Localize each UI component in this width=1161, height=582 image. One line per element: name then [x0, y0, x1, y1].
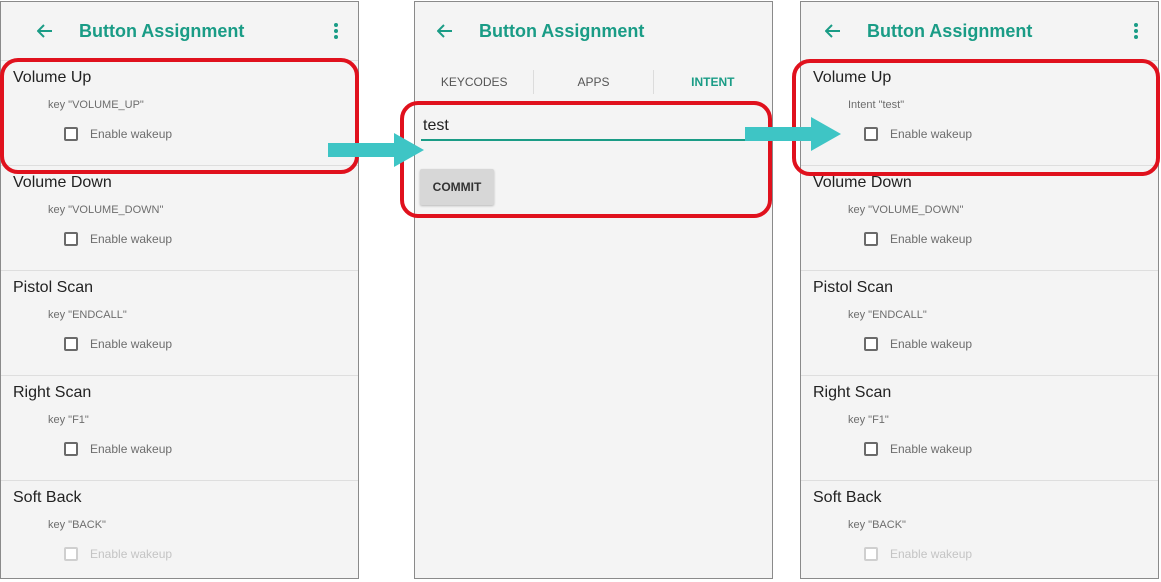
button-name: Volume Up	[13, 69, 92, 86]
checkbox-icon	[64, 547, 78, 561]
button-key-assignment: key "BACK"	[48, 519, 106, 531]
button-name: Pistol Scan	[813, 279, 894, 296]
enable-wakeup-checkbox[interactable]: Enable wakeup	[864, 127, 972, 141]
checkbox-icon[interactable]	[64, 337, 78, 351]
page-title: Button Assignment	[479, 20, 645, 41]
button-key-assignment: key "ENDCALL"	[848, 309, 927, 321]
enable-wakeup-checkbox[interactable]: Enable wakeup	[864, 442, 972, 456]
checkbox-label: Enable wakeup	[890, 442, 973, 456]
list-item-pistol-scan[interactable]: Pistol Scan key "ENDCALL" Enable wakeup	[801, 270, 1158, 375]
commit-button[interactable]: COMMIT	[420, 169, 494, 205]
enable-wakeup-checkbox[interactable]: Enable wakeup	[64, 232, 172, 246]
list-item-volume-down[interactable]: Volume Down key "VOLUME_DOWN" Enable wak…	[801, 165, 1158, 270]
checkbox-icon[interactable]	[64, 442, 78, 456]
screen-button-list-after: Button Assignment Volume Up Intent "test…	[800, 1, 1159, 579]
checkbox-icon[interactable]	[64, 127, 78, 141]
enable-wakeup-checkbox: Enable wakeup	[864, 547, 972, 561]
button-list: Volume Up key "VOLUME_UP" Enable wakeup …	[1, 60, 358, 578]
checkbox-label: Enable wakeup	[90, 127, 173, 141]
button-name: Volume Down	[13, 174, 112, 191]
more-vertical-icon[interactable]	[324, 19, 348, 43]
list-item-soft-back[interactable]: Soft Back key "BACK" Enable wakeup	[1, 480, 358, 578]
page-title: Button Assignment	[867, 20, 1033, 41]
list-item-volume-up[interactable]: Volume Up Intent "test" Enable wakeup	[801, 60, 1158, 165]
app-bar: Button Assignment	[1, 2, 358, 60]
button-name: Pistol Scan	[13, 279, 94, 296]
checkbox-label: Enable wakeup	[90, 232, 173, 246]
tab-bar: KEYCODES APPS INTENT	[415, 60, 772, 104]
enable-wakeup-checkbox: Enable wakeup	[64, 547, 172, 561]
checkbox-label: Enable wakeup	[890, 547, 973, 561]
button-name: Right Scan	[813, 384, 892, 401]
enable-wakeup-checkbox[interactable]: Enable wakeup	[64, 127, 172, 141]
list-item-volume-up[interactable]: Volume Up key "VOLUME_UP" Enable wakeup	[1, 60, 358, 165]
button-list: Volume Up Intent "test" Enable wakeup Vo…	[801, 60, 1158, 578]
arrow-left-icon[interactable]	[433, 19, 457, 43]
button-name: Soft Back	[813, 489, 882, 506]
tab-keycodes[interactable]: KEYCODES	[415, 60, 533, 104]
list-item-soft-back[interactable]: Soft Back key "BACK" Enable wakeup	[801, 480, 1158, 578]
app-bar: Button Assignment	[415, 2, 772, 60]
arrow-right-icon	[745, 117, 841, 151]
button-name: Volume Down	[813, 174, 912, 191]
checkbox-icon[interactable]	[864, 127, 878, 141]
screen-intent-editor: Button Assignment KEYCODES APPS INTENT C…	[414, 1, 773, 579]
list-item-right-scan[interactable]: Right Scan key "F1" Enable wakeup	[1, 375, 358, 480]
list-item-volume-down[interactable]: Volume Down key "VOLUME_DOWN" Enable wak…	[1, 165, 358, 270]
tab-apps[interactable]: APPS	[534, 60, 652, 104]
checkbox-label: Enable wakeup	[90, 337, 173, 351]
checkbox-icon[interactable]	[864, 232, 878, 246]
more-vertical-icon[interactable]	[1124, 19, 1148, 43]
button-key-assignment: key "VOLUME_UP"	[48, 99, 144, 111]
screen-button-list-before: Button Assignment Volume Up key "VOLUME_…	[0, 1, 359, 579]
button-key-assignment: key "BACK"	[848, 519, 906, 531]
checkbox-label: Enable wakeup	[890, 337, 973, 351]
enable-wakeup-checkbox[interactable]: Enable wakeup	[864, 337, 972, 351]
checkbox-icon[interactable]	[864, 442, 878, 456]
checkbox-icon[interactable]	[864, 337, 878, 351]
button-name: Volume Up	[813, 69, 892, 86]
arrow-left-icon[interactable]	[821, 19, 845, 43]
checkbox-label: Enable wakeup	[90, 442, 173, 456]
button-key-assignment: Intent "test"	[848, 99, 905, 111]
arrow-right-icon	[328, 133, 424, 167]
arrow-left-icon[interactable]	[33, 19, 57, 43]
enable-wakeup-checkbox[interactable]: Enable wakeup	[64, 442, 172, 456]
button-key-assignment: key "ENDCALL"	[48, 309, 127, 321]
button-key-assignment: key "VOLUME_DOWN"	[848, 204, 964, 216]
checkbox-label: Enable wakeup	[890, 127, 973, 141]
button-key-assignment: key "F1"	[48, 414, 89, 426]
list-item-pistol-scan[interactable]: Pistol Scan key "ENDCALL" Enable wakeup	[1, 270, 358, 375]
app-bar: Button Assignment	[801, 2, 1158, 60]
button-name: Right Scan	[13, 384, 92, 401]
enable-wakeup-checkbox[interactable]: Enable wakeup	[64, 337, 172, 351]
intent-input[interactable]	[421, 113, 749, 141]
list-item-right-scan[interactable]: Right Scan key "F1" Enable wakeup	[801, 375, 1158, 480]
page-title: Button Assignment	[79, 20, 245, 41]
checkbox-label: Enable wakeup	[890, 232, 973, 246]
checkbox-label: Enable wakeup	[90, 547, 173, 561]
button-key-assignment: key "VOLUME_DOWN"	[48, 204, 164, 216]
enable-wakeup-checkbox[interactable]: Enable wakeup	[864, 232, 972, 246]
checkbox-icon	[864, 547, 878, 561]
button-key-assignment: key "F1"	[848, 414, 889, 426]
tab-intent[interactable]: INTENT	[654, 60, 772, 104]
checkbox-icon[interactable]	[64, 232, 78, 246]
button-name: Soft Back	[13, 489, 82, 506]
